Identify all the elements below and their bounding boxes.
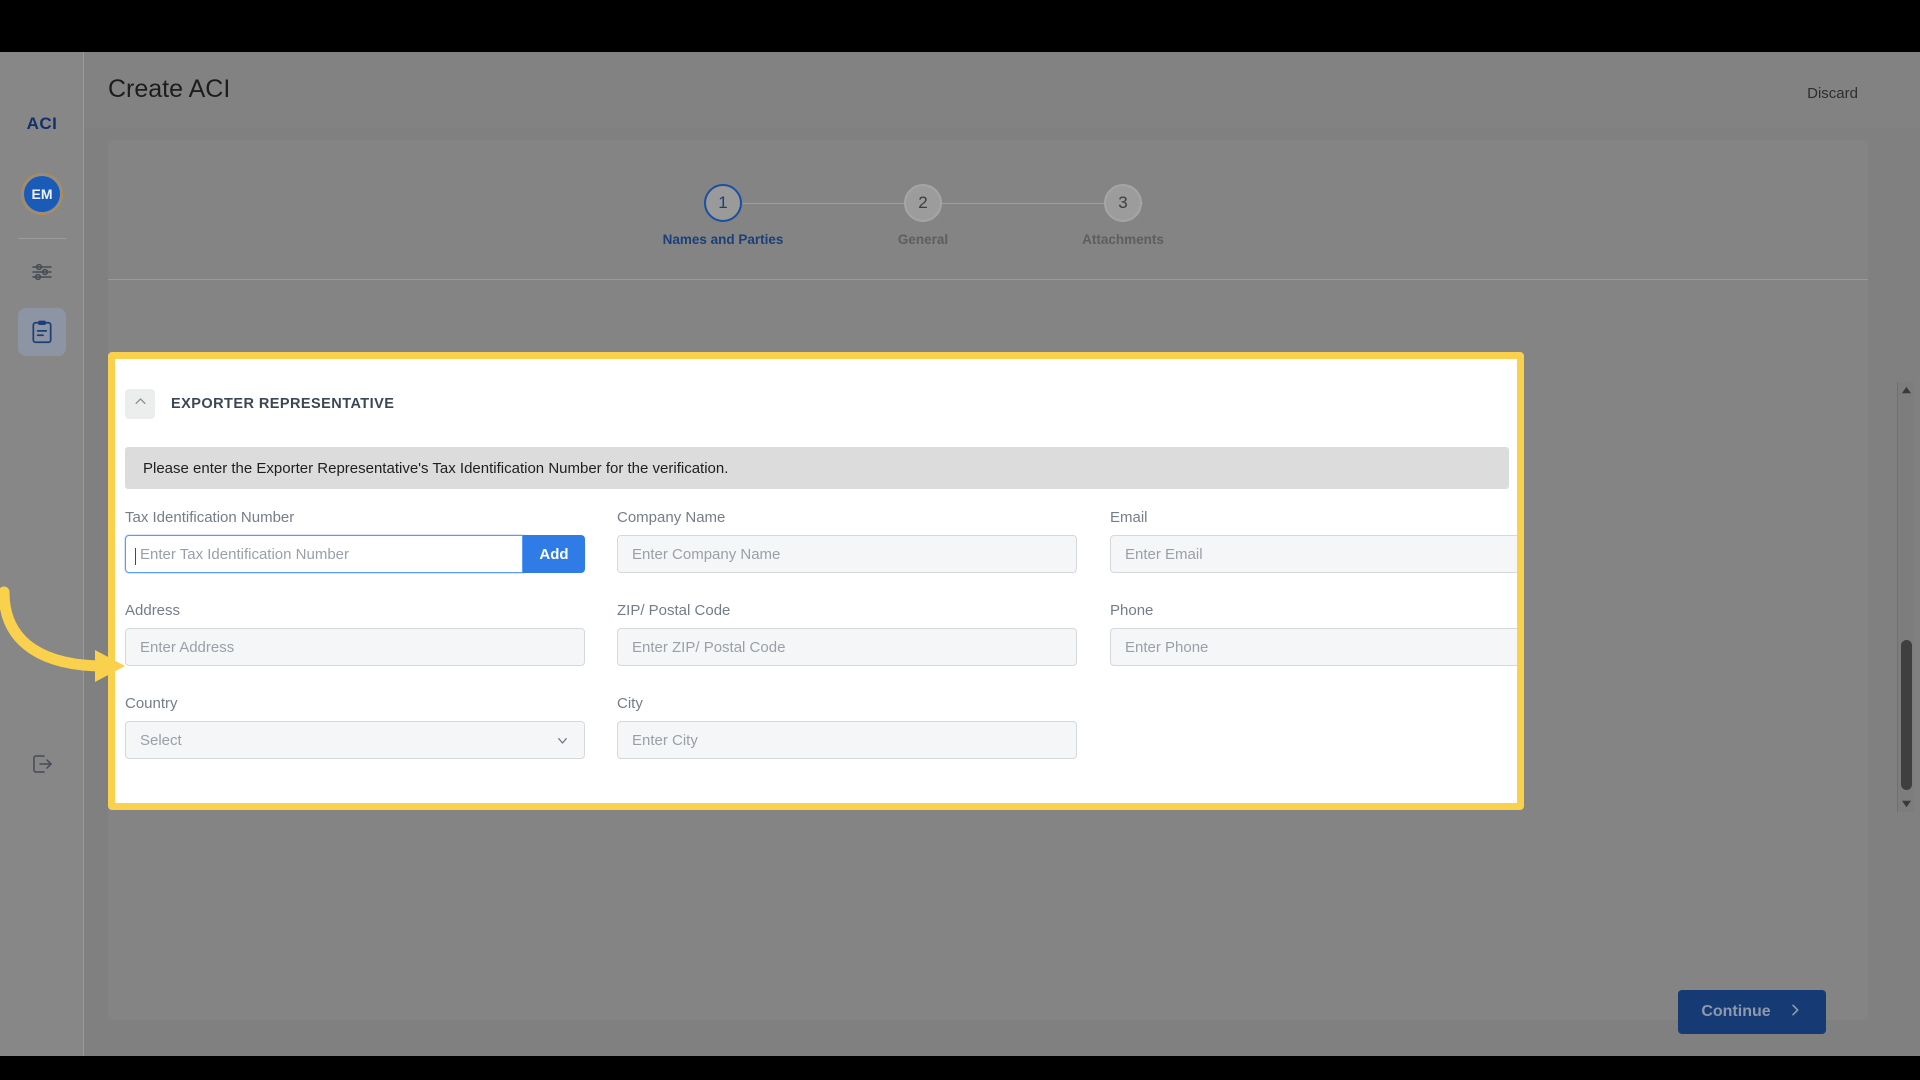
form-row-2: Address Enter Address ZIP/ Postal Code E… bbox=[125, 602, 1517, 695]
form-row-3: Country Select City Enter City bbox=[125, 695, 1513, 788]
city-placeholder: Enter City bbox=[632, 731, 698, 749]
exporter-representative-form: Tax Identification Number Enter Tax Iden… bbox=[125, 509, 1517, 788]
stepper-step-1-label: Names and Parties bbox=[662, 232, 784, 247]
screen: ACI EM Create ACI Discard 1 Names and Pa… bbox=[0, 0, 1920, 1080]
company-name-input[interactable]: Enter Company Name bbox=[617, 535, 1077, 573]
field-company-name: Company Name Enter Company Name bbox=[617, 509, 1077, 573]
field-address: Address Enter Address bbox=[125, 602, 585, 666]
country-select[interactable]: Select bbox=[125, 721, 585, 759]
field-country: Country Select bbox=[125, 695, 585, 759]
label-phone: Phone bbox=[1110, 602, 1154, 619]
continue-button-label: Continue bbox=[1701, 1003, 1771, 1020]
exporter-representative-panel: EXPORTER REPRESENTATIVE Please enter the… bbox=[108, 352, 1524, 810]
email-placeholder: Enter Email bbox=[1125, 545, 1203, 563]
stepper-step-2-label: General bbox=[897, 232, 949, 247]
tax-identification-number-placeholder: Enter Tax Identification Number bbox=[135, 545, 349, 565]
scrollbar-thumb[interactable] bbox=[1901, 640, 1912, 790]
field-zip-postal-code: ZIP/ Postal Code Enter ZIP/ Postal Code bbox=[617, 602, 1077, 666]
form-row-1: Tax Identification Number Enter Tax Iden… bbox=[125, 509, 1517, 602]
field-phone: Phone Enter Phone bbox=[1110, 602, 1517, 666]
chevron-right-icon bbox=[1787, 1002, 1803, 1023]
phone-placeholder: Enter Phone bbox=[1125, 638, 1209, 656]
stepper: 1 Names and Parties 2 General 3 Attachme… bbox=[108, 140, 1868, 280]
logout-icon bbox=[30, 752, 54, 776]
stepper-step-2-number: 2 bbox=[904, 184, 942, 222]
label-city: City bbox=[617, 695, 643, 712]
chevron-up-icon bbox=[133, 394, 148, 414]
country-select-value: Select bbox=[140, 731, 182, 749]
email-input[interactable]: Enter Email bbox=[1110, 535, 1517, 573]
add-button[interactable]: Add bbox=[523, 535, 585, 573]
label-address: Address bbox=[125, 602, 181, 619]
field-city: City Enter City bbox=[617, 695, 1077, 759]
label-tax-identification-number: Tax Identification Number bbox=[125, 509, 295, 526]
section-header: EXPORTER REPRESENTATIVE bbox=[125, 389, 394, 419]
top-bar bbox=[84, 52, 1920, 128]
address-placeholder: Enter Address bbox=[140, 638, 235, 656]
avatar[interactable]: EM bbox=[22, 174, 62, 214]
field-tax-identification-number: Tax Identification Number Enter Tax Iden… bbox=[125, 509, 585, 573]
info-banner: Please enter the Exporter Representative… bbox=[125, 447, 1509, 489]
sliders-icon bbox=[30, 260, 54, 284]
stepper-step-2[interactable]: 2 General bbox=[843, 184, 1003, 247]
sidebar-item-settings[interactable] bbox=[18, 248, 66, 296]
company-name-placeholder: Enter Company Name bbox=[632, 545, 781, 563]
tin-input-group: Enter Tax Identification Number Add bbox=[125, 535, 585, 573]
city-input[interactable]: Enter City bbox=[617, 721, 1077, 759]
field-email: Email Enter Email bbox=[1110, 509, 1517, 573]
stepper-step-3[interactable]: 3 Attachments bbox=[1043, 184, 1203, 247]
tax-identification-number-input[interactable]: Enter Tax Identification Number bbox=[125, 535, 523, 573]
stepper-step-3-number: 3 bbox=[1104, 184, 1142, 222]
label-email: Email bbox=[1110, 509, 1148, 526]
sidebar-item-logout[interactable] bbox=[18, 740, 66, 788]
app-logo: ACI bbox=[26, 114, 58, 133]
vertical-scrollbar[interactable] bbox=[1897, 382, 1914, 812]
continue-button[interactable]: Continue bbox=[1678, 990, 1826, 1034]
chevron-down-icon bbox=[555, 733, 570, 748]
label-zip-postal-code: ZIP/ Postal Code bbox=[617, 602, 731, 619]
sidebar-item-declarations[interactable] bbox=[18, 308, 66, 356]
sidebar-divider bbox=[18, 238, 66, 239]
clipboard-icon bbox=[29, 319, 55, 345]
sidebar: ACI EM bbox=[0, 52, 84, 1056]
page-title: Create ACI bbox=[108, 75, 231, 103]
section-title: EXPORTER REPRESENTATIVE bbox=[171, 396, 395, 412]
scroll-up-arrow[interactable] bbox=[1898, 382, 1915, 399]
address-input[interactable]: Enter Address bbox=[125, 628, 585, 666]
zip-postal-code-input[interactable]: Enter ZIP/ Postal Code bbox=[617, 628, 1077, 666]
stepper-step-3-label: Attachments bbox=[1082, 232, 1164, 247]
phone-input[interactable]: Enter Phone bbox=[1110, 628, 1517, 666]
label-country: Country bbox=[125, 695, 178, 712]
collapse-toggle-button[interactable] bbox=[125, 389, 155, 419]
discard-button[interactable]: Discard bbox=[1807, 85, 1858, 102]
stepper-step-1-number: 1 bbox=[704, 184, 742, 222]
scroll-down-arrow[interactable] bbox=[1898, 795, 1915, 812]
stepper-step-1[interactable]: 1 Names and Parties bbox=[643, 184, 803, 247]
label-company-name: Company Name bbox=[617, 509, 726, 526]
zip-postal-code-placeholder: Enter ZIP/ Postal Code bbox=[632, 638, 786, 656]
application-window: ACI EM Create ACI Discard 1 Names and Pa… bbox=[0, 52, 1920, 1056]
